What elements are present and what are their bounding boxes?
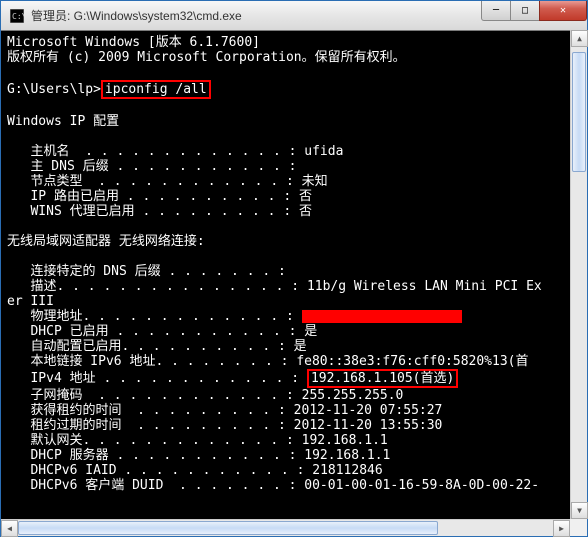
vertical-scrollbar[interactable]: ▲ ▼ <box>570 30 587 519</box>
minimize-button[interactable]: ─ <box>481 1 511 21</box>
description-label: 描述. . . . . . . . . . . . . . . : <box>7 279 307 294</box>
scroll-thumb-vertical[interactable] <box>572 52 586 172</box>
scroll-right-button[interactable]: ▶ <box>553 520 570 537</box>
svg-text:C:\: C:\ <box>12 12 24 21</box>
scroll-thumb-horizontal[interactable] <box>18 521 438 535</box>
scroll-left-button[interactable]: ◀ <box>1 520 18 537</box>
dns-suffix-line: 主 DNS 后缀 . . . . . . . . . . . : <box>7 159 296 174</box>
gateway-value: 192.168.1.1 <box>302 433 388 448</box>
lease-obtained-value: 2012-11-20 07:55:27 <box>294 403 443 418</box>
hostname-label: 主机名 . . . . . . . . . . . . . : <box>7 144 304 159</box>
dhcp-enabled-label: DHCP 已启用 . . . . . . . . . . . : <box>7 324 304 339</box>
scroll-track-vertical[interactable] <box>571 47 587 502</box>
cmd-window: C:\ 管理员: G:\Windows\system32\cmd.exe ─ □… <box>0 0 588 537</box>
dhcp-server-value: 192.168.1.1 <box>304 448 390 463</box>
dhcpv6-duid-label: DHCPv6 客户端 DUID . . . . . . . : <box>7 478 304 493</box>
horizontal-scrollbar[interactable]: ◀ ▶ <box>1 519 570 536</box>
lease-obtained-label: 获得租约的时间 . . . . . . . . . : <box>7 403 294 418</box>
copyright-line: 版权所有 (c) 2009 Microsoft Corporation。保留所有… <box>7 50 406 65</box>
command-text: ipconfig /all <box>105 82 207 97</box>
wins-proxy-value: 否 <box>299 204 312 219</box>
cmd-icon: C:\ <box>9 8 25 24</box>
lease-expires-label: 租约过期的时间 . . . . . . . . . : <box>7 418 294 433</box>
subnet-value: 255.255.255.0 <box>302 388 404 403</box>
node-type-label: 节点类型 . . . . . . . . . . . . : <box>7 174 302 189</box>
scroll-down-button[interactable]: ▼ <box>571 502 588 519</box>
subnet-label: 子网掩码 . . . . . . . . . . . . : <box>7 388 302 403</box>
link-local-label: 本地链接 IPv6 地址. . . . . . . . : <box>7 354 296 369</box>
window-title: 管理员: G:\Windows\system32\cmd.exe <box>31 7 242 24</box>
chevron-right-icon: ▶ <box>559 524 564 533</box>
close-button[interactable]: ✕ <box>539 1 587 21</box>
titlebar[interactable]: C:\ 管理员: G:\Windows\system32\cmd.exe ─ □… <box>1 1 587 31</box>
description-cont: er III <box>7 294 54 309</box>
gateway-label: 默认网关. . . . . . . . . . . . . : <box>7 433 302 448</box>
lease-expires-value: 2012-11-20 13:55:30 <box>294 418 443 433</box>
phys-addr-redacted <box>302 310 462 323</box>
chevron-down-icon: ▼ <box>577 506 582 515</box>
link-local-value: fe80::38e3:f76:cff0:5820%13(首 <box>296 354 528 369</box>
adapter-heading: 无线局域网适配器 无线网络连接: <box>7 234 205 249</box>
version-line: Microsoft Windows [版本 6.1.7600] <box>7 35 260 50</box>
ipv4-value: 192.168.1.105(首选) <box>311 371 454 386</box>
description-value: 11b/g Wireless LAN Mini PCI Ex <box>307 279 542 294</box>
chevron-left-icon: ◀ <box>7 524 12 533</box>
autoconf-value: 是 <box>294 339 307 354</box>
wins-proxy-label: WINS 代理已启用 . . . . . . . . . : <box>7 204 299 219</box>
hostname-value: ufida <box>304 144 343 159</box>
command-highlight: ipconfig /all <box>101 80 211 99</box>
prompt: G:\Users\lp> <box>7 82 101 97</box>
ip-routing-value: 否 <box>299 189 312 204</box>
ip-routing-label: IP 路由已启用 . . . . . . . . . . : <box>7 189 299 204</box>
dhcp-server-label: DHCP 服务器 . . . . . . . . . . . : <box>7 448 304 463</box>
dhcpv6-duid-value: 00-01-00-01-16-59-8A-0D-00-22- <box>304 478 539 493</box>
autoconf-label: 自动配置已启用. . . . . . . . . . : <box>7 339 294 354</box>
scrollbar-corner <box>570 519 587 536</box>
conn-dns-suffix: 连接特定的 DNS 后缀 . . . . . . . : <box>7 264 286 279</box>
dhcpv6-iaid-label: DHCPv6 IAID . . . . . . . . . . . : <box>7 463 312 478</box>
ipconfig-heading: Windows IP 配置 <box>7 114 119 129</box>
node-type-value: 未知 <box>302 174 328 189</box>
maximize-button[interactable]: □ <box>510 1 540 21</box>
ipv4-highlight: 192.168.1.105(首选) <box>307 369 458 388</box>
window-controls: ─ □ ✕ <box>482 1 587 21</box>
phys-addr-label: 物理地址. . . . . . . . . . . . . : <box>7 309 302 324</box>
ipv4-label: IPv4 地址 . . . . . . . . . . . . : <box>7 371 307 386</box>
scroll-up-button[interactable]: ▲ <box>571 30 588 47</box>
dhcpv6-iaid-value: 218112846 <box>312 463 382 478</box>
scroll-track-horizontal[interactable] <box>18 520 553 536</box>
dhcp-enabled-value: 是 <box>304 324 317 339</box>
chevron-up-icon: ▲ <box>577 34 582 43</box>
console-output[interactable]: Microsoft Windows [版本 6.1.7600] 版权所有 (c)… <box>1 31 587 536</box>
